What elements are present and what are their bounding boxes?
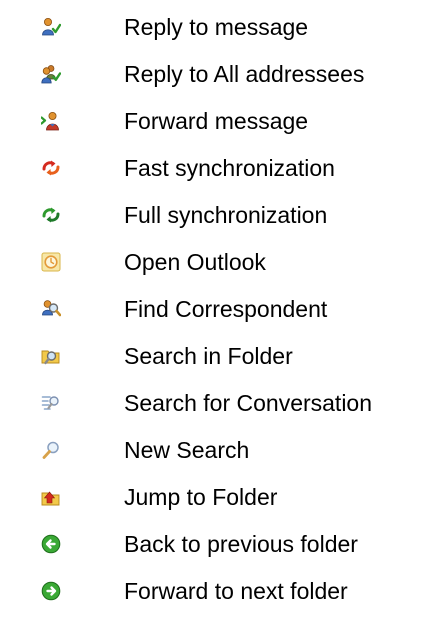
legend-label: Search in Folder — [124, 343, 293, 369]
magnifier-icon — [41, 440, 61, 460]
jump-folder-icon — [41, 487, 61, 507]
outlook-clock-icon — [41, 252, 61, 272]
fast-sync-icon — [41, 158, 61, 178]
legend-label: Open Outlook — [124, 249, 266, 275]
full-sync-icon — [41, 205, 61, 225]
icon-legend: Reply to message Reply to All addressees… — [0, 0, 441, 639]
legend-row-open-outlook: Open Outlook — [0, 242, 441, 282]
legend-label: Reply to All addressees — [124, 61, 365, 87]
legend-label: Forward to next folder — [124, 578, 348, 604]
legend-row-forward-folder: Forward to next folder — [0, 571, 441, 611]
legend-label: New Search — [124, 437, 250, 463]
forward-message-icon — [41, 111, 61, 131]
legend-row-find-correspondent: Find Correspondent — [0, 289, 441, 329]
legend-row-search-folder: Search in Folder — [0, 336, 441, 376]
legend-label: Full synchronization — [124, 202, 328, 228]
legend-label: Forward message — [124, 108, 309, 134]
legend-label: Jump to Folder — [124, 484, 278, 510]
forward-arrow-icon — [41, 581, 61, 601]
legend-label: Reply to message — [124, 14, 309, 40]
legend-row-forward-message: Forward message — [0, 101, 441, 141]
legend-row-jump-folder: Jump to Folder — [0, 477, 441, 517]
reply-all-icon — [41, 64, 61, 84]
legend-label: Find Correspondent — [124, 296, 328, 322]
legend-row-full-sync: Full synchronization — [0, 195, 441, 235]
legend-row-search-conversation: Search for Conversation — [0, 383, 441, 423]
legend-row-reply: Reply to message — [0, 7, 441, 47]
legend-row-back-folder: Back to previous folder — [0, 524, 441, 564]
back-arrow-icon — [41, 534, 61, 554]
legend-label: Back to previous folder — [124, 531, 358, 557]
legend-row-reply-all: Reply to All addressees — [0, 54, 441, 94]
search-folder-icon — [41, 346, 61, 366]
legend-label: Search for Conversation — [124, 390, 373, 416]
reply-icon — [41, 17, 61, 37]
find-correspondent-icon — [41, 299, 61, 319]
search-conversation-icon — [41, 393, 61, 413]
legend-row-new-search: New Search — [0, 430, 441, 470]
legend-row-fast-sync: Fast synchronization — [0, 148, 441, 188]
legend-label: Fast synchronization — [124, 155, 335, 181]
